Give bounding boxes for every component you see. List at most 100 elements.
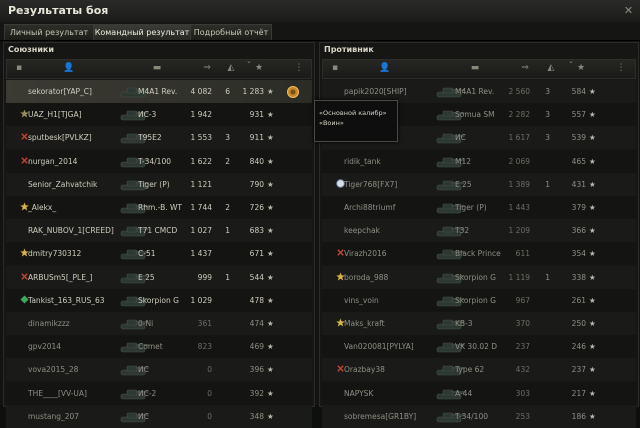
player-name[interactable]: Tiger768[FX7] [344, 173, 436, 196]
menu-icon[interactable]: ⋮ [293, 63, 305, 74]
table-row[interactable]: ARBUSm5[_PLE_] E 25 999 1 544 ★ [6, 265, 312, 289]
player-name[interactable]: Maks_kraft [344, 312, 436, 335]
table-row[interactable]: ridik_tank M12 2 069 465 ★ [322, 149, 636, 173]
table-row[interactable]: dmitry730312 C-51 1 437 671 ★ [6, 242, 312, 266]
platoon-icon[interactable]: ▪ [13, 63, 25, 74]
table-row[interactable]: Van020081[PYLYA] VK 30.02 D 237 246 ★ [322, 335, 636, 359]
player-name[interactable]: mustang_207 [28, 405, 118, 428]
star-icon: ★ [267, 272, 274, 282]
damage-value: 0 [207, 411, 212, 421]
tab-personal[interactable]: Личный результат [4, 24, 94, 40]
star-icon: ★ [589, 226, 596, 236]
player-name[interactable]: vins_voin [344, 289, 436, 312]
kills-value: 1 [545, 179, 550, 189]
table-row[interactable]: _Alekx_ Rhm.-B. WT 1 744 2 726 ★ [6, 196, 312, 219]
player-name[interactable]: gpv2014 [28, 335, 118, 358]
tank-icon[interactable]: ▬ [147, 63, 167, 74]
table-row[interactable]: vins_voin Skorpion G 967 261 ★ [322, 288, 636, 312]
star-icon: ★ [267, 249, 274, 259]
table-row[interactable]: RAK_NUBOV_1[CREED] T71 CMCD 1 027 1 683 ★ [6, 219, 312, 243]
tab-team[interactable]: Командный результат [93, 24, 191, 40]
menu-icon[interactable]: ⋮ [615, 63, 627, 74]
star-icon: ★ [267, 226, 274, 236]
player-name[interactable]: ridik_tank [344, 150, 436, 173]
player-name[interactable]: Senior_Zahvatchik [28, 173, 118, 196]
table-row[interactable]: sekorator[YAP_C] M4A1 Rev. 4 082 6 1 283 ★ [6, 80, 312, 103]
xp-value: 474 [249, 319, 264, 328]
player-name[interactable]: THE____[VV-UA] [28, 382, 118, 405]
table-row[interactable]: vova2015_28 ИС 0 396 ★ [6, 358, 312, 382]
player-name[interactable]: boroda_988 [344, 266, 436, 289]
tank-icon[interactable]: ▬ [465, 63, 485, 74]
tab-bar: Личный результат Командный результат Под… [0, 22, 640, 41]
table-row[interactable]: Maks_kraft KB-3 370 250 ★ [322, 312, 636, 335]
star-icon: ★ [589, 133, 596, 143]
player-name[interactable]: sputbesk[PVLKZ] [28, 126, 118, 149]
player-name[interactable]: Virazh2016 [344, 242, 436, 265]
xp-value: 431 [571, 179, 586, 189]
table-row[interactable]: UAZ_H1[TJGA] ИС-3 1 942 931 ★ [6, 103, 312, 127]
player-name[interactable]: sekorator[YAP_C] [28, 80, 118, 103]
player-name[interactable]: ARBUSm5[_PLE_] [28, 266, 118, 289]
player-name[interactable]: UAZ_H1[TJGA] [28, 103, 118, 126]
damage-value: 303 [515, 388, 530, 398]
star-icon: ★ [589, 319, 596, 328]
table-row[interactable]: mustang_207 ИС 0 348 ★ [6, 404, 312, 428]
player-icon[interactable]: 👤 [379, 63, 391, 74]
damage-value: 611 [515, 249, 530, 259]
player-name[interactable]: _Alekx_ [28, 196, 118, 219]
player-name[interactable]: NAPYSK [344, 382, 436, 405]
damage-value: 1 437 [190, 249, 212, 259]
player-name[interactable]: Orazbay38 [344, 358, 436, 381]
table-row[interactable]: THE____[VV-UA] ИС-2 0 392 ★ [6, 381, 312, 405]
player-name[interactable]: RAK_NUBOV_1[CREED] [28, 219, 118, 242]
table-row[interactable]: Tiger768[FX7] E 25 1 389 1 431 ★ [322, 172, 636, 196]
player-name[interactable]: vova2015_28 [28, 358, 118, 381]
damage-icon[interactable]: ⇒ [201, 63, 213, 74]
star-icon: ★ [589, 342, 596, 352]
sort-arrow-icon[interactable]: ⌄ [243, 56, 255, 67]
kills-icon[interactable]: ◭ [225, 63, 237, 74]
table-row[interactable]: sobremesa[GR1BY] T-34/100 253 186 ★ [322, 404, 636, 428]
title-bar[interactable]: Результаты боя ✕ [0, 0, 640, 23]
damage-icon[interactable]: ⇒ [519, 63, 531, 74]
player-name[interactable]: sobremesa[GR1BY] [344, 405, 436, 428]
xp-value: 840 [249, 156, 264, 166]
star-icon: ★ [589, 156, 596, 166]
table-row[interactable]: sputbesk[PVLKZ] T95E2 1 553 3 911 ★ [6, 126, 312, 150]
table-row[interactable]: dinamikzzz 0-Ni 361 474 ★ [6, 312, 312, 335]
table-row[interactable]: Orazbay38 Type 62 432 237 ★ [322, 358, 636, 382]
player-name[interactable]: dmitry730312 [28, 242, 118, 265]
damage-value: 2 069 [508, 156, 530, 166]
tab-detailed[interactable]: Подробный отчёт [190, 24, 272, 40]
table-row[interactable]: keepchak T32 1 209 366 ★ [322, 219, 636, 243]
kills-value: 2 [225, 203, 230, 212]
star-icon: ★ [589, 388, 596, 398]
table-row[interactable]: Archi88triumf Tiger (P) 1 443 379 ★ [322, 196, 636, 219]
close-icon[interactable]: ✕ [623, 5, 634, 16]
xp-value: 366 [571, 226, 586, 236]
player-name[interactable]: keepchak [344, 219, 436, 242]
platoon-icon[interactable]: ▪ [329, 63, 341, 74]
kills-icon[interactable]: ◭ [545, 63, 557, 74]
table-row[interactable]: boroda_988 Skorpion G1 119 1 338 ★ [322, 265, 636, 289]
damage-value: 1 121 [190, 179, 212, 189]
player-name[interactable]: Van020081[PYLYA] [344, 335, 436, 358]
sort-arrow-icon[interactable]: ⌄ [565, 56, 577, 67]
player-name[interactable]: Tankist_163_RUS_63 [28, 289, 118, 312]
player-icon[interactable]: 👤 [63, 63, 75, 74]
medal-icon[interactable] [286, 85, 300, 99]
table-row[interactable]: NAPYSK A-44 303 217 ★ [322, 381, 636, 405]
player-name[interactable]: Archi88triumf [344, 196, 436, 219]
enemies-title: Противник [324, 45, 374, 54]
player-name[interactable]: nurgan_2014 [28, 150, 118, 173]
tooltip-line-2: «Воин» [319, 119, 344, 127]
xp-value: 683 [249, 226, 264, 236]
xp-value: 726 [249, 203, 264, 212]
table-row[interactable]: nurgan_2014 T-34/100 1 622 2 840 ★ [6, 149, 312, 173]
table-row[interactable]: Tankist_163_RUS_63 Skorpion G1 029 478 ★ [6, 288, 312, 312]
player-name[interactable]: dinamikzzz [28, 312, 118, 335]
table-row[interactable]: gpv2014 Comet 823 469 ★ [6, 335, 312, 359]
table-row[interactable]: Senior_Zahvatchik Tiger (P) 1 121 790 ★ [6, 172, 312, 196]
table-row[interactable]: Virazh2016 Black Prince 611 354 ★ [322, 242, 636, 266]
